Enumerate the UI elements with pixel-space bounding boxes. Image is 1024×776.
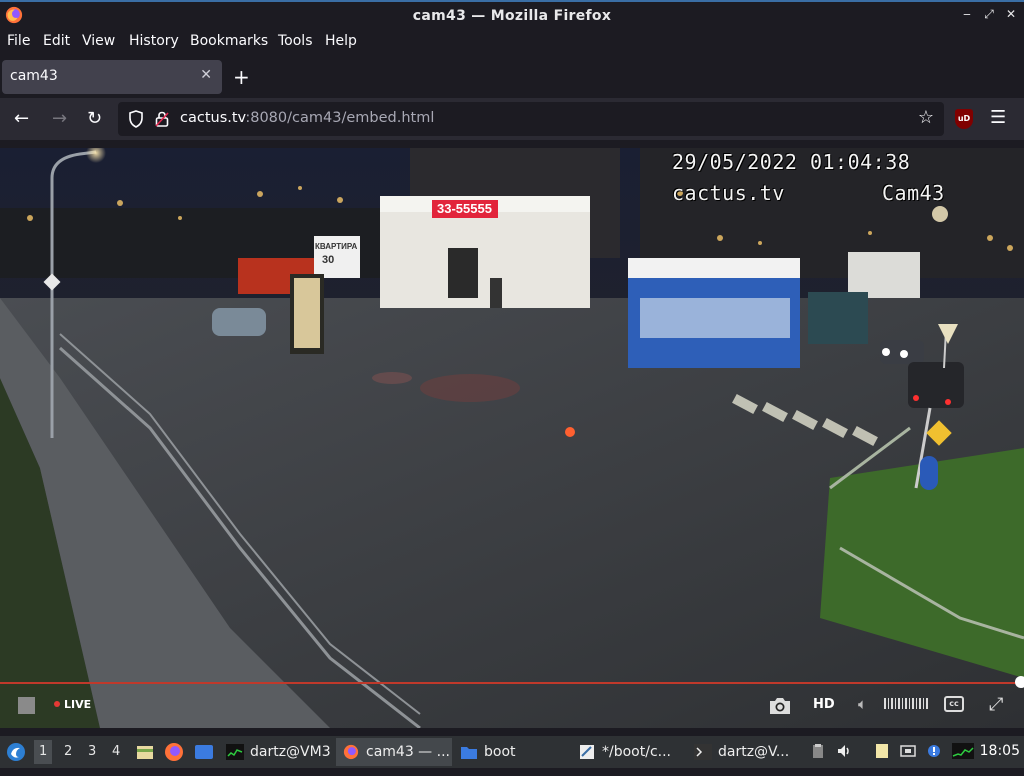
system-monitor-icon[interactable] (952, 743, 974, 759)
app-menu-button[interactable]: ☰ (990, 107, 1006, 128)
lock-icon[interactable] (154, 110, 170, 128)
camera-frame (0, 148, 1024, 728)
reload-button[interactable]: ↻ (87, 108, 102, 129)
billboard-main-text: КВАРТИРА (315, 242, 358, 251)
tab-cam43[interactable]: cam43 ✕ (2, 60, 222, 94)
new-tab-button[interactable]: + (233, 65, 250, 89)
firefox-icon (343, 744, 359, 760)
osd-camera: Cam43 (882, 181, 945, 205)
url-host: cactus.tv (180, 110, 246, 126)
task-folder-boot[interactable]: boot (454, 738, 570, 766)
ublock-origin-icon[interactable]: uD (955, 109, 973, 129)
close-tab-icon[interactable]: ✕ (200, 67, 212, 83)
window-title: cam43 — Mozilla Firefox (412, 8, 612, 24)
notes-icon[interactable] (874, 743, 890, 759)
bookmark-star-icon[interactable]: ☆ (918, 107, 934, 128)
minimize-button[interactable]: ‒ (960, 7, 974, 22)
clipboard-icon[interactable] (810, 743, 826, 759)
hd-quality-button[interactable]: HD (813, 697, 835, 712)
video-controls: LIVE HD 🔈︎ cc ⤢ (0, 686, 1024, 728)
workspace-2[interactable]: 2 (64, 744, 72, 776)
menu-help[interactable]: Help (325, 33, 357, 49)
workspace-4[interactable]: 4 (112, 744, 120, 776)
terminal-icon (694, 744, 712, 760)
volume-icon[interactable] (836, 743, 852, 759)
osd-site: cactus.tv (672, 181, 785, 205)
folder-icon (461, 747, 477, 759)
taskbar-clock[interactable]: 18:05 (980, 743, 1020, 759)
workspace-1[interactable]: 1 (34, 740, 53, 764)
camera-snapshot-icon[interactable] (768, 696, 792, 716)
task-firefox[interactable]: cam43 — ... (336, 738, 452, 766)
system-taskbar: 1 2 3 4 dartz@VM3 cam43 — ... boot */boo… (0, 736, 1024, 768)
tab-strip: cam43 ✕ + (0, 56, 1024, 98)
task-label: dartz@VM3 (250, 744, 331, 760)
update-notifier-icon[interactable] (926, 743, 942, 759)
live-dot-icon (54, 701, 60, 707)
tab-label: cam43 (10, 68, 58, 84)
live-label: LIVE (64, 698, 92, 711)
task-terminal-1[interactable]: dartz@VM3 (220, 738, 334, 766)
menu-bookmarks[interactable]: Bookmarks (190, 33, 268, 49)
volume-muted-icon[interactable]: 🔈︎ (858, 695, 867, 713)
terminal-icon (226, 744, 244, 760)
task-label: */boot/c... (602, 744, 671, 760)
firefox-launcher-icon[interactable] (164, 742, 184, 762)
menu-view[interactable]: View (82, 33, 115, 49)
menu-tools[interactable]: Tools (278, 33, 313, 49)
fullscreen-icon[interactable]: ⤢ (989, 694, 1003, 715)
video-progress-bar[interactable] (0, 682, 1024, 684)
shop-phone-sign: 33-55555 (437, 201, 492, 216)
task-label: cam43 — ... (366, 744, 450, 760)
task-terminal-2[interactable]: dartz@V... (688, 738, 800, 766)
forward-button[interactable]: → (52, 108, 67, 129)
menu-file[interactable]: File (7, 33, 30, 49)
task-text-editor[interactable]: */boot/c... (572, 738, 686, 766)
network-icon[interactable] (900, 743, 916, 759)
menu-bar: File Edit View History Bookmarks Tools H… (0, 30, 1024, 54)
maximize-button[interactable]: ⤢ (982, 7, 996, 22)
menu-edit[interactable]: Edit (43, 33, 70, 49)
back-button[interactable]: ← (14, 108, 29, 129)
osd-datetime: 29/05/2022 01:04:38 (672, 150, 911, 174)
task-label: boot (484, 744, 516, 760)
close-window-button[interactable]: ✕ (1004, 7, 1018, 22)
billboard-sub-text: 30 (322, 254, 335, 266)
task-label: dartz@V... (718, 744, 790, 760)
window-titlebar: cam43 — Mozilla Firefox ‒ ⤢ ✕ (0, 0, 1024, 30)
url-path: :8080/cam43/embed.html (245, 110, 435, 126)
url-text[interactable]: cactus.tv:8080/cam43/embed.html (180, 110, 434, 126)
closed-captions-button[interactable]: cc (944, 696, 964, 712)
workspace-3[interactable]: 3 (88, 744, 96, 776)
tracking-shield-icon[interactable] (128, 110, 144, 128)
url-bar[interactable]: cactus.tv:8080/cam43/embed.html ☆ (118, 102, 944, 136)
live-indicator: LIVE (54, 698, 91, 711)
stop-button[interactable] (18, 697, 35, 714)
menu-history[interactable]: History (129, 33, 179, 49)
navigation-toolbar: ← → ↻ cactus.tv:8080/cam43/embed.html ☆ … (0, 98, 1024, 140)
file-manager-launcher-icon[interactable] (136, 743, 154, 761)
text-editor-icon (580, 745, 594, 759)
camera-video-player[interactable]: 29/05/2022 01:04:38 cactus.tv Cam43 33-5… (0, 148, 1024, 728)
volume-slider[interactable] (884, 698, 928, 709)
start-menu-icon[interactable] (6, 742, 26, 762)
desktop-launcher-icon[interactable] (194, 743, 214, 761)
